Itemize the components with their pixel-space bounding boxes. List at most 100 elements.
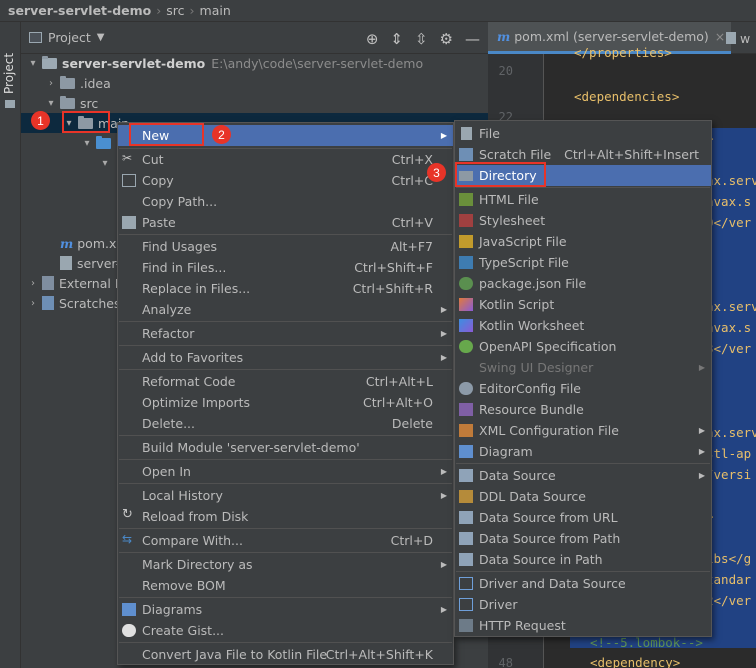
menu-item-label: Data Source from Path (479, 531, 621, 546)
folder-icon (5, 100, 15, 108)
menu-item-http-request[interactable]: HTTP Request (455, 615, 711, 636)
menu-item-copy[interactable]: Copy Ctrl+C (118, 170, 453, 191)
breadcrumb-src[interactable]: src (166, 3, 184, 18)
tree-node-root[interactable]: ▾ server-servlet-demo E:\andy\code\serve… (21, 53, 488, 73)
menu-item-add-to-favorites[interactable]: Add to Favorites ▶ (118, 347, 453, 368)
menu-item-diagram[interactable]: Diagram ▶ (455, 441, 711, 462)
menu-item-driver[interactable]: Driver (455, 594, 711, 615)
chevron-right-icon[interactable]: › (45, 78, 57, 89)
menu-item-label: HTML File (479, 192, 539, 207)
chevron-down-icon[interactable]: ▾ (27, 58, 39, 69)
menu-item-replace-in-files[interactable]: Replace in Files... Ctrl+Shift+R (118, 278, 453, 299)
menu-item-label: Replace in Files... (142, 281, 251, 296)
menu-item-shortcut: Ctrl+D (390, 533, 433, 548)
chevron-down-icon[interactable]: ▾ (45, 98, 57, 109)
menu-divider (119, 483, 452, 484)
menu-item-find-in-files[interactable]: Find in Files... Ctrl+Shift+F (118, 257, 453, 278)
menu-item-reformat-code[interactable]: Reformat Code Ctrl+Alt+L (118, 371, 453, 392)
menu-item-find-usages[interactable]: Find Usages Alt+F7 (118, 236, 453, 257)
menu-item-stylesheet[interactable]: Stylesheet (455, 210, 711, 231)
xml-file-icon (459, 424, 473, 437)
menu-item-data-source[interactable]: Data Source ▶ (455, 465, 711, 486)
menu-item-label: Copy (142, 173, 174, 188)
menu-item-editorconfig[interactable]: EditorConfig File (455, 378, 711, 399)
project-view-title[interactable]: Project (48, 30, 91, 45)
menu-item-shortcut: Ctrl+Alt+Shift+Insert (564, 147, 699, 162)
menu-item-reload-from-disk[interactable]: ↻ Reload from Disk (118, 506, 453, 527)
annotation-badge-1: 1 (31, 111, 50, 130)
menu-item-xml-config[interactable]: XML Configuration File ▶ (455, 420, 711, 441)
gear-icon[interactable]: ⚙ (440, 30, 453, 48)
menu-divider (119, 369, 452, 370)
menu-item-file[interactable]: File (455, 123, 711, 144)
collapse-all-icon[interactable]: ⇳ (415, 30, 428, 48)
menu-item-driver-and-data-source[interactable]: Driver and Data Source (455, 573, 711, 594)
menu-item-label: Reload from Disk (142, 509, 249, 524)
menu-item-cut[interactable]: ✂ Cut Ctrl+X (118, 149, 453, 170)
code-fragment: /versi (706, 467, 752, 482)
menu-item-refactor[interactable]: Refactor ▶ (118, 323, 453, 344)
menu-item-data-source-path[interactable]: Data Source from Path (455, 528, 711, 549)
expand-all-icon[interactable]: ⇕ (390, 30, 403, 48)
menu-item-data-source-url[interactable]: Data Source from URL (455, 507, 711, 528)
menu-item-ddl-data-source[interactable]: DDL Data Source (455, 486, 711, 507)
menu-item-convert-java-to-kotlin[interactable]: Convert Java File to Kotlin File Ctrl+Al… (118, 644, 453, 665)
menu-item-open-in[interactable]: Open In ▶ (118, 461, 453, 482)
tree-node-src[interactable]: ▾ src (21, 93, 488, 113)
github-icon (122, 624, 136, 637)
menu-item-kotlin-worksheet[interactable]: Kotlin Worksheet (455, 315, 711, 336)
menu-item-html-file[interactable]: HTML File (455, 189, 711, 210)
menu-item-swing-ui-designer[interactable]: Swing UI Designer ▶ (455, 357, 711, 378)
menu-item-kotlin-script[interactable]: Kotlin Script (455, 294, 711, 315)
menu-item-javascript-file[interactable]: JavaScript File (455, 231, 711, 252)
menu-item-diagrams[interactable]: Diagrams ▶ (118, 599, 453, 620)
menu-divider (119, 528, 452, 529)
submenu-arrow-icon: ▶ (440, 560, 447, 569)
menu-item-copy-path[interactable]: Copy Path... (118, 191, 453, 212)
annotation-badge-2: 2 (212, 125, 231, 144)
menu-item-optimize-imports[interactable]: Optimize Imports Ctrl+Alt+O (118, 392, 453, 413)
menu-item-build-module[interactable]: Build Module 'server-servlet-demo' (118, 437, 453, 458)
menu-item-label: OpenAPI Specification (479, 339, 617, 354)
tree-node-label: External L (59, 275, 122, 291)
menu-item-openapi-spec[interactable]: OpenAPI Specification (455, 336, 711, 357)
chevron-right-icon[interactable]: › (27, 298, 39, 309)
menu-item-resource-bundle[interactable]: Resource Bundle (455, 399, 711, 420)
submenu-arrow-icon: ▶ (440, 329, 447, 338)
menu-item-label: Find in Files... (142, 260, 227, 275)
breadcrumb-main[interactable]: main (200, 3, 231, 18)
menu-item-delete[interactable]: Delete... Delete (118, 413, 453, 434)
chevron-down-icon[interactable]: ▾ (99, 158, 111, 169)
project-tool-window-button[interactable]: Project (2, 34, 18, 94)
menu-item-typescript-file[interactable]: TypeScript File (455, 252, 711, 273)
menu-item-mark-directory-as[interactable]: Mark Directory as ▶ (118, 554, 453, 575)
tab-web-xml[interactable]: w (720, 22, 756, 54)
menu-item-create-gist[interactable]: Create Gist... (118, 620, 453, 641)
menu-item-local-history[interactable]: Local History ▶ (118, 485, 453, 506)
chevron-down-icon[interactable]: ▼ (97, 32, 105, 43)
menu-item-package-json[interactable]: package.json File (455, 273, 711, 294)
breadcrumb-project[interactable]: server-servlet-demo (8, 3, 151, 18)
menu-item-compare-with[interactable]: ⇆ Compare With... Ctrl+D (118, 530, 453, 551)
menu-item-data-source-in-path[interactable]: Data Source in Path (455, 549, 711, 570)
kotlin-script-icon (459, 298, 473, 311)
menu-item-label: Kotlin Worksheet (479, 318, 585, 333)
locate-icon[interactable]: ⊕ (366, 30, 379, 48)
tree-node-label: server- (77, 255, 121, 271)
submenu-arrow-icon: ▶ (440, 605, 447, 614)
tree-node-idea[interactable]: › .idea (21, 73, 488, 93)
menu-item-label: JavaScript File (479, 234, 567, 249)
menu-divider (119, 459, 452, 460)
menu-item-label: Convert Java File to Kotlin File (142, 647, 328, 662)
tab-label: pom.xml (server-servlet-demo) (514, 29, 709, 44)
menu-item-label: Stylesheet (479, 213, 546, 228)
menu-divider (119, 642, 452, 643)
tool-window-stripe: Project (0, 22, 21, 668)
hide-icon[interactable]: — (465, 30, 480, 48)
menu-item-shortcut: Ctrl+X (391, 152, 433, 167)
menu-item-paste[interactable]: Paste Ctrl+V (118, 212, 453, 233)
menu-item-analyze[interactable]: Analyze ▶ (118, 299, 453, 320)
menu-item-remove-bom[interactable]: Remove BOM (118, 575, 453, 596)
chevron-right-icon[interactable]: › (27, 278, 39, 289)
chevron-down-icon[interactable]: ▾ (81, 138, 93, 149)
